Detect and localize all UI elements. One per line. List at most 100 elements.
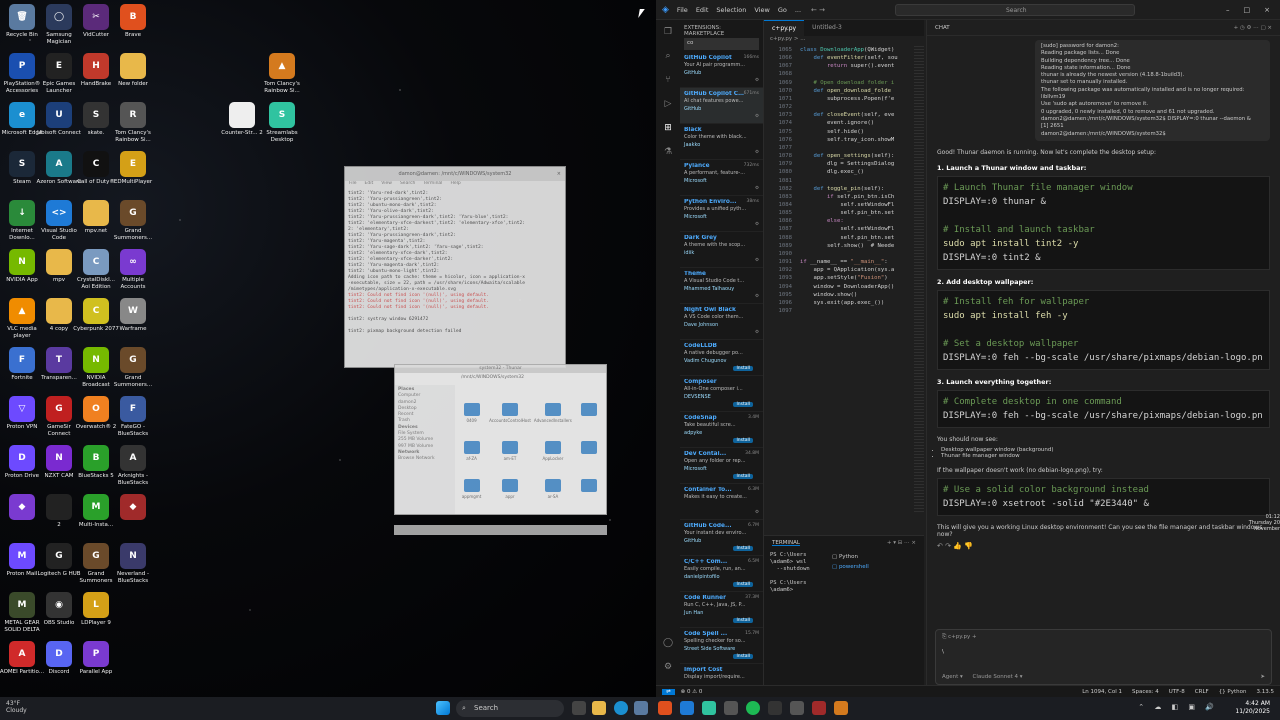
code-line[interactable]: event.ignore() bbox=[800, 119, 898, 127]
install-button[interactable]: Install bbox=[733, 366, 753, 371]
app2-taskbar-icon[interactable] bbox=[812, 701, 826, 715]
code-line[interactable] bbox=[800, 250, 898, 258]
code-line[interactable]: self.setWindowFl bbox=[800, 225, 898, 233]
folder-item[interactable] bbox=[575, 479, 604, 512]
desktop-icon[interactable]: R Tom Clancy's Rainbow Si... bbox=[109, 102, 157, 143]
desktop-icon[interactable]: E EDMultiPlayer bbox=[109, 151, 157, 186]
code-line[interactable]: if __name__ == "__main__": bbox=[800, 258, 898, 266]
desktop-icon[interactable]: S Streamlabs Desktop bbox=[258, 102, 306, 143]
extension-item[interactable]: Import CostDisplay import/require...⚙ bbox=[680, 664, 763, 685]
extension-item[interactable]: GitHub Copilot Chat AI chat features powe… bbox=[680, 88, 763, 124]
folder-item[interactable] bbox=[575, 441, 604, 474]
desktop-icon[interactable]: P Parallel App bbox=[72, 641, 120, 676]
code-line[interactable]: return super().event bbox=[800, 62, 898, 70]
folder-item[interactable]: AppLocker bbox=[534, 441, 572, 474]
code-line[interactable]: def open_settings(self): bbox=[800, 152, 898, 160]
install-button[interactable]: Install bbox=[733, 402, 753, 407]
desktop-icon[interactable]: G Grand Summoners... bbox=[109, 200, 157, 241]
minimap[interactable] bbox=[914, 46, 924, 512]
menu-item[interactable]: Selection bbox=[716, 6, 746, 14]
code-line[interactable] bbox=[800, 177, 898, 185]
thunar-path[interactable]: /mnt/c/WINDOWS/system32 bbox=[395, 373, 606, 383]
status-item[interactable]: UTF-8 bbox=[1169, 689, 1185, 695]
desktop-icon[interactable]: ◆ bbox=[109, 494, 157, 522]
spotify-icon[interactable] bbox=[746, 701, 760, 715]
settings-taskbar-icon[interactable] bbox=[790, 701, 804, 715]
manage-gear-icon[interactable]: ⚙ bbox=[755, 330, 759, 335]
menu-item[interactable]: ... bbox=[795, 6, 801, 14]
code-line[interactable]: self.tray_icon.showM bbox=[800, 136, 898, 144]
task-view-icon[interactable] bbox=[572, 701, 586, 715]
terminal-taskbar-icon[interactable] bbox=[768, 701, 782, 715]
vscode-taskbar-icon[interactable] bbox=[680, 701, 694, 715]
manage-gear-icon[interactable]: ⚙ bbox=[755, 294, 759, 299]
thunar-window[interactable]: system32 - Thunar /mnt/c/WINDOWS/system3… bbox=[394, 364, 607, 515]
attach-icon[interactable]: ⎘ bbox=[942, 634, 946, 640]
extension-item[interactable]: CodeLLDB A native debugger po... Vadim Chu… bbox=[680, 340, 763, 376]
extension-item[interactable]: Dark Grey A theme with the scop... idiik ⚙ bbox=[680, 232, 763, 268]
extension-item[interactable]: GitHub Copilot Your AI pair programm... Gi… bbox=[680, 52, 763, 88]
desktop-icon[interactable]: B Brave bbox=[109, 4, 157, 39]
file-explorer-icon[interactable] bbox=[592, 701, 606, 715]
code-block-3[interactable]: # Complete desktop in one command DISPLAY… bbox=[937, 389, 1270, 428]
folder-item[interactable]: am-ET bbox=[489, 441, 531, 474]
account-icon[interactable]: ◯ bbox=[656, 631, 680, 655]
code-line[interactable] bbox=[800, 70, 898, 78]
chat-actions[interactable]: + ◷ ⚙ ⋯ ▢ × bbox=[1234, 25, 1272, 31]
system-tray[interactable]: ⌃ ☁ ◧ ▣ 🔊 bbox=[1138, 703, 1218, 711]
terminal-menu-item[interactable]: File bbox=[349, 181, 357, 189]
status-item[interactable]: CRLF bbox=[1195, 689, 1209, 695]
code-editor[interactable]: c+py.py Untitled-3 c+py.py > ... 1065 1066… bbox=[764, 20, 924, 512]
terminal-instance[interactable]: ▢ Python bbox=[832, 552, 869, 562]
folder-item[interactable]: appmgmt bbox=[457, 479, 486, 512]
code-line[interactable]: self.show() # Neede bbox=[800, 242, 898, 250]
extension-item[interactable]: Container To... Makes it easy to create..… bbox=[680, 484, 763, 520]
terminal-instance[interactable]: ▢ powershell bbox=[832, 562, 869, 572]
brave-icon[interactable] bbox=[658, 701, 672, 715]
code-line[interactable]: dlg = SettingsDialog bbox=[800, 160, 898, 168]
install-button[interactable]: Install bbox=[733, 582, 753, 587]
folder-item[interactable]: appr bbox=[489, 479, 531, 512]
command-search[interactable]: Search bbox=[895, 3, 1135, 16]
manage-gear-icon[interactable]: ⚙ bbox=[755, 258, 759, 263]
code-line[interactable]: if self.pin_btn.isCh bbox=[800, 193, 898, 201]
feedback-icons[interactable]: ↶ ↷ 👍 👎 bbox=[927, 538, 1280, 554]
folder-item[interactable]: ar-SA bbox=[534, 479, 572, 512]
streamlabs-taskbar-icon[interactable] bbox=[702, 701, 716, 715]
manage-gear-icon[interactable]: ⚙ bbox=[755, 510, 759, 515]
code-line[interactable]: window.show() bbox=[800, 291, 898, 299]
manage-gear-icon[interactable]: ⚙ bbox=[755, 78, 759, 83]
agent-mode-select[interactable]: Agent bbox=[942, 674, 958, 680]
code-line[interactable]: class DownloaderApp(QWidget) bbox=[800, 46, 898, 54]
source-control-icon[interactable]: ⑂ bbox=[656, 68, 680, 92]
extension-item[interactable]: Pylance A performant, feature-... Microsof… bbox=[680, 160, 763, 196]
terminal-menu-item[interactable]: Edit bbox=[365, 181, 374, 189]
close-window-icon[interactable]: × bbox=[1264, 6, 1270, 14]
desktop-icon[interactable]: N Neverland - BlueStacks bbox=[109, 543, 157, 584]
terminal-actions[interactable]: + ▾ ⊟ ⋯ × bbox=[887, 540, 916, 546]
code-block-4[interactable]: # Use a solid color background instead DI… bbox=[937, 477, 1270, 516]
maximize-icon[interactable]: □ bbox=[1244, 6, 1251, 14]
install-button[interactable]: Install bbox=[733, 438, 753, 443]
code-line[interactable]: self.setWindowFl bbox=[800, 201, 898, 209]
desktop-icon[interactable]: W Warframe bbox=[109, 298, 157, 333]
code-line[interactable]: app.setStyle("Fusion") bbox=[800, 274, 898, 282]
desktop-icon[interactable]: L LDPlayer 9 bbox=[72, 592, 120, 627]
code-line[interactable]: self.pin_btn.set bbox=[800, 234, 898, 242]
extension-item[interactable]: C/C++ Com... Easily compile, run, an... da… bbox=[680, 556, 763, 592]
tint2-terminal-window[interactable]: damon@damen: /mnt/c/WINDOWS/system32 × Fi… bbox=[344, 166, 566, 368]
folder-item[interactable]: AccountsControlHost bbox=[489, 403, 531, 436]
close-icon[interactable]: × bbox=[557, 167, 561, 181]
code-line[interactable]: else: bbox=[800, 217, 898, 225]
model-select[interactable]: Claude Sonnet 4 bbox=[973, 674, 1018, 680]
terminal-menu-item[interactable]: Terminal bbox=[423, 181, 442, 189]
terminal-panel[interactable]: TERMINAL + ▾ ⊟ ⋯ × PS C:\Users \adam6> w… bbox=[764, 535, 924, 685]
desktop-icon[interactable]: F FateGO - BlueStacks bbox=[109, 396, 157, 437]
code-line[interactable] bbox=[800, 144, 898, 152]
code-line[interactable]: app = QApplication(sys.a bbox=[800, 266, 898, 274]
files-icon[interactable]: ❐ bbox=[656, 20, 680, 44]
extension-item[interactable]: Theme A Visual Studio Code t... Mhammed Ta… bbox=[680, 268, 763, 304]
install-button[interactable]: Install bbox=[733, 474, 753, 479]
code-block-1[interactable]: # Launch Thunar file manager window DISPL… bbox=[937, 175, 1270, 270]
minimize-icon[interactable]: – bbox=[1226, 6, 1230, 14]
